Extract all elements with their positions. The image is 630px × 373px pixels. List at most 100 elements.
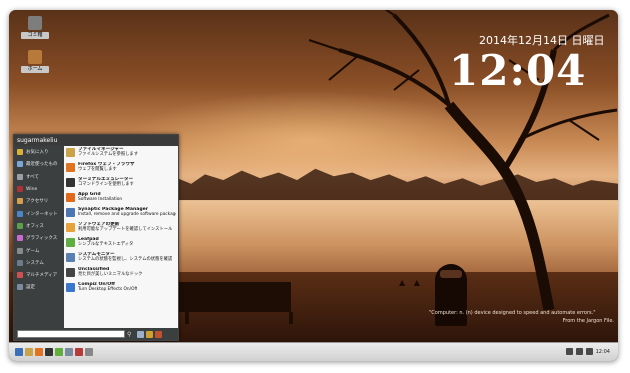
menu-app-text: ターミナルエミュレーター コマンドラインを使用します (78, 177, 134, 187)
menu-category[interactable]: ゲーム (14, 244, 64, 256)
menu-app-description: ウェブを閲覧します (78, 167, 117, 172)
menu-category-label: すべて (26, 174, 40, 180)
menu-app-description: ファイルシステムを参照します (78, 152, 139, 157)
keyboard-icon[interactable] (585, 348, 593, 355)
compiz-icon (66, 283, 75, 292)
terminal-icon (66, 178, 75, 187)
logout-icon[interactable] (146, 330, 154, 338)
menu-username: sugarmakeliu (14, 135, 178, 146)
menu-app-item[interactable]: ファイルマネージャー ファイルシステムを参照します (64, 146, 178, 161)
menu-app-item[interactable]: ソフトウェアの更新 利用可能なアップデートを確認してインストール (64, 221, 178, 236)
screenshot-frame: ▲ ▲ 2014年12月14日 日曜日 12:04 "Computer: n. … (9, 10, 618, 361)
menu-action-buttons (137, 330, 163, 338)
menu-category[interactable]: インターネット (14, 207, 64, 219)
menu-category-label: グラフィックス (26, 236, 58, 242)
menu-app-description: Turn Desktop Effects On/Off (78, 287, 138, 292)
menu-category[interactable]: すべて (14, 171, 64, 183)
desktop-icon-home[interactable]: ホーム (21, 50, 49, 73)
menu-app-text: Firefox ウェブ・ブラウザ ウェブを閲覧します (78, 162, 135, 172)
grid-icon (17, 173, 23, 180)
show-desktop-icon[interactable] (85, 348, 93, 356)
menu-app-description: システムの状態を監視し、システムの状態を確認 (78, 257, 173, 262)
menu-categories: お気に入り 最近使ったものすべて Wine アクセサリインターネット オフィスグラフィッ… (14, 146, 64, 328)
text-editor-icon[interactable] (55, 348, 63, 356)
office-icon (17, 222, 23, 229)
wine-icon (17, 186, 23, 193)
system-tray: 12:04 (565, 348, 610, 355)
desktop-icon-label: ホーム (21, 66, 49, 73)
menu-category-label: マルチメディア (26, 273, 58, 279)
star-icon (17, 149, 23, 156)
firefox-icon (66, 163, 75, 172)
panel-clock[interactable]: 12:04 (596, 349, 610, 355)
bench (179, 282, 293, 324)
menu-category[interactable]: グラフィックス (14, 232, 64, 244)
menu-icon[interactable] (15, 348, 23, 356)
menu-search-row: ⚲ (14, 328, 178, 340)
clock-icon (17, 161, 23, 168)
menu-app-text: App Grid Software Installation (78, 192, 122, 202)
menu-apps: ファイルマネージャー ファイルシステムを参照します Firefox ウェブ・ブラウザ… (64, 146, 178, 328)
menu-category[interactable]: オフィス (14, 220, 64, 232)
system-monitor-icon (66, 253, 75, 262)
desktop-clock: 12:04 (449, 46, 587, 95)
quote-text: "Computer: n. (n) device designed to spe… (429, 310, 596, 316)
menu-app-item[interactable]: Unclassified 見た目が美しいミニマルなドック (64, 266, 178, 281)
menu-app-item[interactable]: Firefox ウェブ・ブラウザ ウェブを閲覧します (64, 161, 178, 176)
system-icon (17, 259, 23, 266)
menu-app-item[interactable]: Compiz On/Off Turn Desktop Effects On/Off (64, 281, 178, 296)
unclassified-icon (66, 268, 75, 277)
network-icon[interactable] (565, 348, 573, 355)
menu-app-description: Software Installation (78, 197, 123, 202)
menu-app-description: 見た目が美しいミニマルなドック (78, 272, 143, 277)
multimedia-icon (17, 272, 23, 279)
menu-category[interactable]: お気に入り (14, 146, 64, 158)
settings-icon (17, 284, 23, 291)
home-folder-icon (28, 50, 42, 64)
menu-app-item[interactable]: App Grid Software Installation (64, 191, 178, 206)
menu-app-item[interactable]: Leafpad シンプルなテキストエディタ (64, 236, 178, 251)
menu-app-text: システムモニター システムの状態を監視し、システムの状態を確認 (78, 252, 172, 262)
menu-category[interactable]: 最近使ったもの (14, 158, 64, 170)
menu-category-label: 設定 (26, 285, 35, 291)
menu-app-text: Synaptic Package Manager Install, remove … (78, 207, 176, 217)
terminal-icon[interactable] (45, 348, 53, 356)
search-icon[interactable]: ⚲ (127, 331, 131, 338)
game-icon (17, 247, 23, 254)
trash-icon (28, 16, 42, 30)
app-icon[interactable] (75, 348, 83, 356)
menu-category[interactable]: マルチメディア (14, 269, 64, 281)
menu-category-label: ゲーム (26, 248, 40, 254)
firefox-icon[interactable] (35, 348, 43, 356)
file-manager-icon[interactable] (25, 348, 33, 356)
file-manager-icon (66, 148, 75, 157)
menu-category[interactable]: アクセサリ (14, 195, 64, 207)
menu-app-item[interactable]: ターミナルエミュレーター コマンドラインを使用します (64, 176, 178, 191)
menu-category[interactable]: Wine (14, 183, 64, 195)
lock-icon[interactable] (137, 330, 145, 338)
menu-app-text: ソフトウェアの更新 利用可能なアップデートを確認してインストール (78, 222, 172, 232)
menu-app-text: Unclassified 見た目が美しいミニマルなドック (78, 267, 142, 277)
menu-category-label: Wine (26, 186, 38, 192)
menu-category[interactable]: 設定 (14, 281, 64, 293)
menu-app-description: コマンドラインを使用します (78, 182, 134, 187)
accessories-icon (17, 198, 23, 205)
bottom-panel: 12:04 (9, 342, 618, 361)
software-update-icon (66, 223, 75, 232)
power-icon[interactable] (155, 330, 163, 338)
internet-icon (17, 210, 23, 217)
desktop-icon-label: ゴミ箱 (21, 32, 49, 39)
menu-app-item[interactable]: システムモニター システムの状態を監視し、システムの状態を確認 (64, 251, 178, 266)
settings-icon[interactable] (65, 348, 73, 356)
desktop-icon-trash[interactable]: ゴミ箱 (21, 16, 49, 39)
leafpad-icon (66, 238, 75, 247)
quote-attribution: From the Jargon File. (562, 318, 614, 324)
volume-icon[interactable] (575, 348, 583, 355)
menu-category-label: アクセサリ (26, 199, 49, 205)
synaptic-icon (66, 208, 75, 217)
search-input[interactable] (17, 330, 125, 338)
ducks: ▲ ▲ (399, 278, 423, 287)
menu-app-description: シンプルなテキストエディタ (78, 242, 134, 247)
menu-category[interactable]: システム (14, 257, 64, 269)
menu-app-item[interactable]: Synaptic Package Manager Install, remove … (64, 206, 178, 221)
